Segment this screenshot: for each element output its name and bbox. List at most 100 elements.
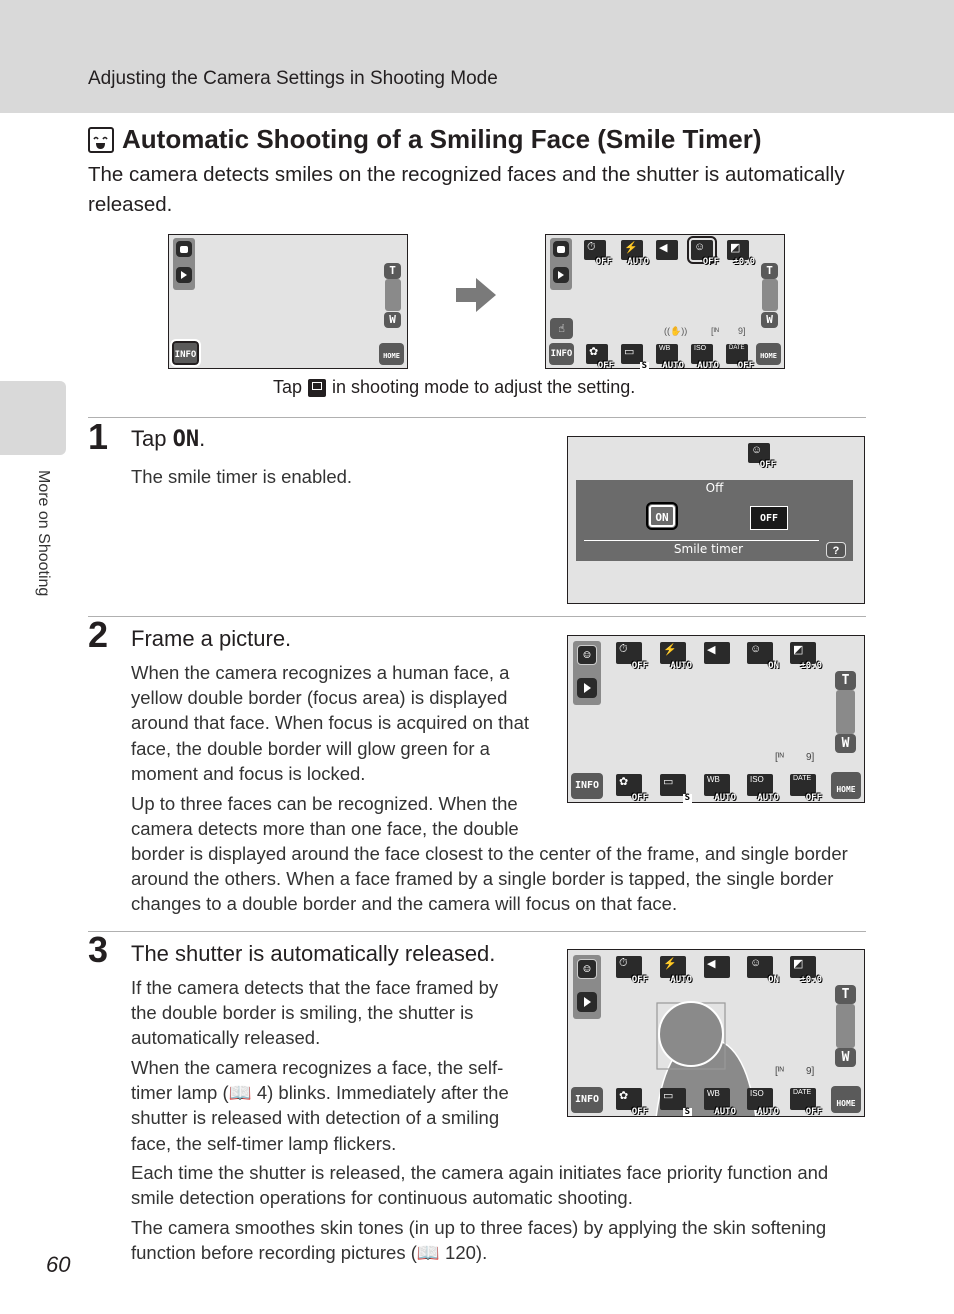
continuous-icon: ▭ [624,346,635,358]
macro-icon: ✿ [619,776,629,788]
smile-timer-icon: ☺ [694,241,706,253]
divider [88,616,866,617]
self-timer-button[interactable]: ⏱ OFF [616,642,648,671]
playback-button[interactable] [553,267,569,283]
memory-indicator: [ᴵᴺ [711,326,719,336]
step-paragraph: Up to three faces can be recognized. Whe… [131,793,519,840]
on-option-button[interactable]: ON [646,502,678,530]
zoom-slider[interactable] [385,279,401,311]
playback-button[interactable] [176,267,192,283]
play-icon [583,997,591,1007]
zoom-slider[interactable] [836,690,855,734]
continuous-button[interactable]: ▭ S [660,774,692,803]
home-button[interactable]: HOME [831,772,861,799]
info-button[interactable]: INFO [571,1087,603,1113]
image-mode-button[interactable]: ◀ [704,956,730,978]
exposures-remaining: 9] [806,752,815,763]
step-number: 1 [88,416,109,457]
smile-timer-button[interactable]: ☺ OFF [687,236,719,267]
smile-mode-button[interactable]: ☺ [577,959,597,979]
zoom-wide-button[interactable]: W [761,312,778,328]
step-title: The shutter is automatically released. [131,941,496,966]
exposures-remaining: 9] [806,1066,815,1077]
continuous-button[interactable]: ▭ S [660,1088,692,1116]
macro-button[interactable]: ✿ OFF [586,344,614,371]
home-button[interactable]: HOME [379,343,404,365]
menu-divider [584,540,819,541]
touch-hand-icon: ☝ [558,322,565,335]
step-paragraph: Each time the shutter is released, the c… [131,1162,829,1209]
white-balance-button[interactable]: WB AUTO [656,344,684,371]
page-title: Automatic Shooting of a Smiling Face (Sm… [88,124,762,155]
help-button[interactable]: ? [826,542,846,558]
exposure-comp-button[interactable]: ◩ ±0.0 [790,642,822,671]
smile-timer-button[interactable]: ☺ ON [747,642,779,671]
home-button[interactable]: HOME [831,1086,861,1113]
step-title-period: . [199,426,206,451]
exposure-comp-button[interactable]: ◩ ±0.0 [790,956,822,985]
playback-button[interactable] [577,678,597,698]
info-button[interactable]: INFO [549,343,574,365]
macro-button[interactable]: ✿ OFF [616,774,648,803]
smile-timer-icon [88,126,114,153]
header-band [0,0,954,113]
flash-button[interactable]: ⚡ AUTO [660,642,692,671]
date-button[interactable]: DATE OFF [790,1088,822,1116]
shooting-mode-button[interactable] [176,241,192,257]
play-icon [558,271,564,279]
chapter-tab [0,381,66,455]
smile-timer-button[interactable]: ☺ ON [747,956,779,985]
zoom-tele-button[interactable]: T [384,263,401,279]
zoom-wide-button[interactable]: W [835,1048,856,1067]
off-option-button[interactable]: OFF [750,506,788,530]
white-balance-icon: WB [707,775,720,784]
zoom-slider[interactable] [762,279,778,311]
zoom-tele-button[interactable]: T [835,985,856,1004]
self-timer-button[interactable]: ⏱ OFF [584,240,612,267]
shooting-mode-button[interactable] [553,241,569,257]
zoom-tele-button[interactable]: T [761,263,778,279]
iso-button[interactable]: ISO AUTO [747,774,779,803]
smile-timer-icon: ☺ [583,962,591,976]
arrow-right-icon [456,278,496,312]
current-setting-label: Off [705,481,724,495]
home-button[interactable]: HOME [756,343,781,365]
zoom-slider[interactable] [836,1004,855,1048]
exposures-remaining: 9] [738,326,746,336]
self-timer-icon: ⏱ [619,643,628,655]
continuous-icon: ▭ [663,776,674,788]
zoom-tele-button[interactable]: T [835,671,856,690]
iso-button[interactable]: ISO AUTO [691,344,719,371]
date-button[interactable]: DATE OFF [790,774,822,803]
iso-button[interactable]: ISO AUTO [747,1088,779,1116]
face [658,1001,724,1067]
step-title: Tap ON. [131,426,205,452]
continuous-button[interactable]: ▭ S [621,344,649,371]
divider [88,931,866,932]
info-button[interactable]: INFO [571,773,603,799]
iso-icon: ISO [750,775,764,784]
self-timer-button[interactable]: ⏱ OFF [616,956,648,985]
continuous-icon: ▭ [663,1090,674,1102]
exposure-comp-button[interactable]: ◩ ±0.0 [727,240,755,267]
info-button[interactable]: INFO [170,339,201,367]
step-paragraph: If the camera detects that the face fram… [131,977,499,1049]
flash-button[interactable]: ⚡ AUTO [660,956,692,985]
zoom-wide-button[interactable]: W [835,734,856,753]
image-mode-button[interactable]: ◀ [656,240,678,260]
white-balance-button[interactable]: WB AUTO [704,774,736,803]
step-paragraph: The camera smoothes skin tones (in up to… [131,1217,827,1264]
touch-shooting-button[interactable]: ☝ [550,318,573,339]
smile-mode-button[interactable]: ☺ [577,645,597,665]
date-button[interactable]: DATE OFF [726,344,754,371]
flash-icon: ⚡ [624,242,638,254]
play-icon [583,683,591,693]
white-balance-button[interactable]: WB AUTO [704,1088,736,1116]
flash-button[interactable]: ⚡ AUTO [621,240,649,267]
macro-button[interactable]: ✿ OFF [616,1088,648,1116]
step-title: Frame a picture. [131,626,292,651]
zoom-wide-button[interactable]: W [384,312,401,328]
step-description: The smile timer is enabled. [131,466,353,487]
image-mode-button[interactable]: ◀ [704,642,730,664]
playback-button[interactable] [577,992,597,1012]
